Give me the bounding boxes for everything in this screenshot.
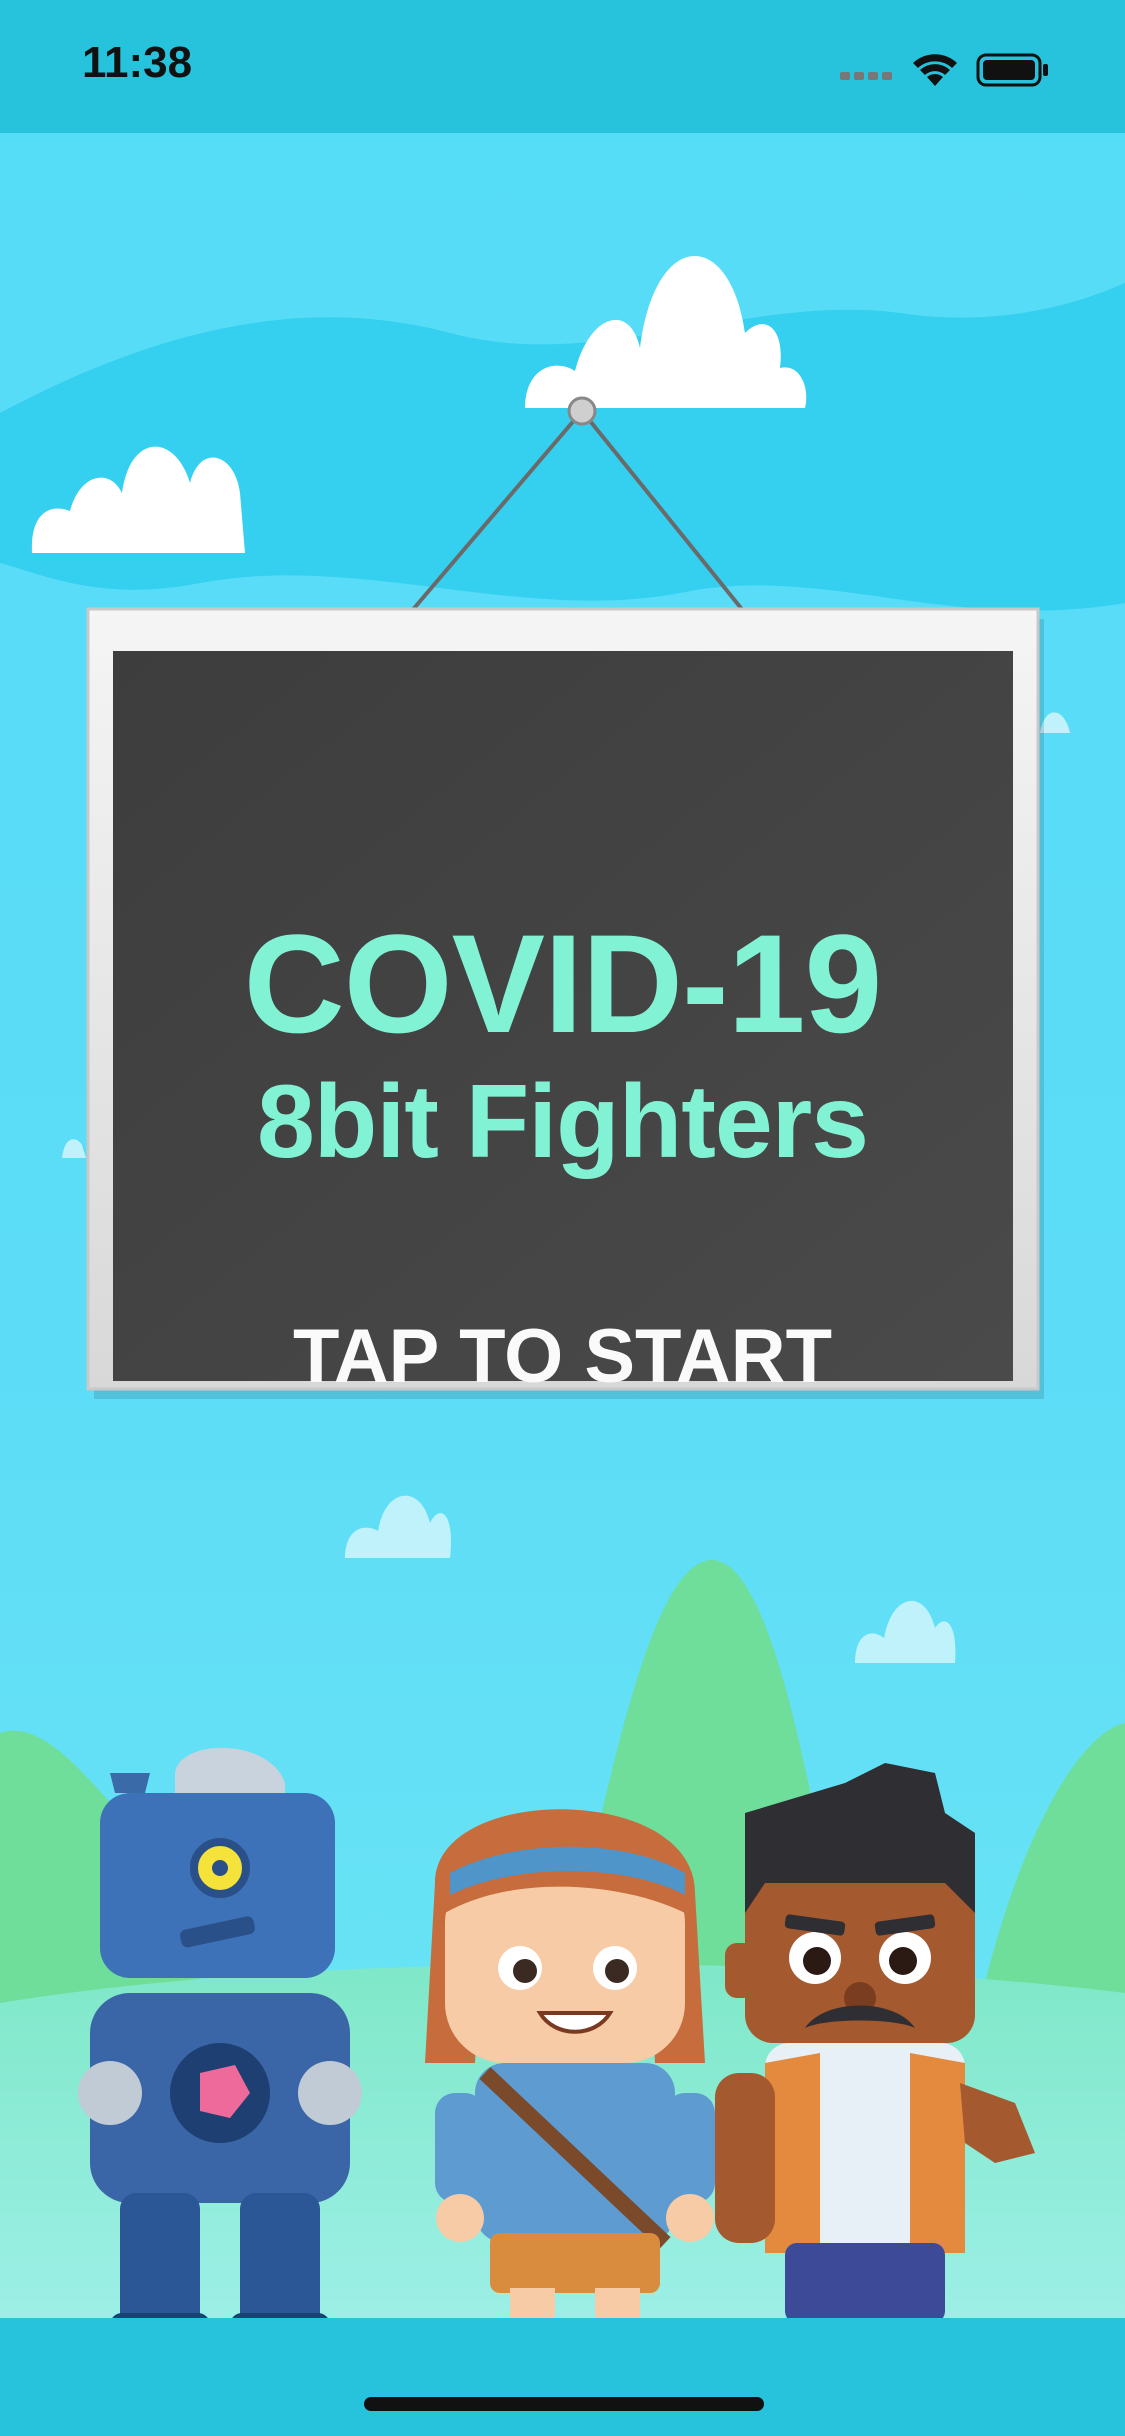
bottom-bar xyxy=(0,2318,1125,2436)
game-subtitle: 8bit Fighters xyxy=(256,1064,869,1180)
wifi-icon xyxy=(913,54,957,86)
status-bar: 11:38 xyxy=(0,0,1125,133)
status-time: 11:38 xyxy=(82,38,193,87)
home-indicator[interactable] xyxy=(364,2397,764,2411)
scene-background xyxy=(0,133,1125,2318)
game-title: COVID-19 xyxy=(243,905,883,1062)
game-scene[interactable]: COVID-19 8bit Fighters TAP TO START xyxy=(0,133,1125,2318)
tap-to-start-button[interactable]: TAP TO START xyxy=(115,1313,1010,1400)
nail-icon xyxy=(567,396,597,426)
battery-icon xyxy=(976,53,1048,87)
cellular-signal-icon xyxy=(840,72,892,80)
status-icons xyxy=(840,53,1048,87)
